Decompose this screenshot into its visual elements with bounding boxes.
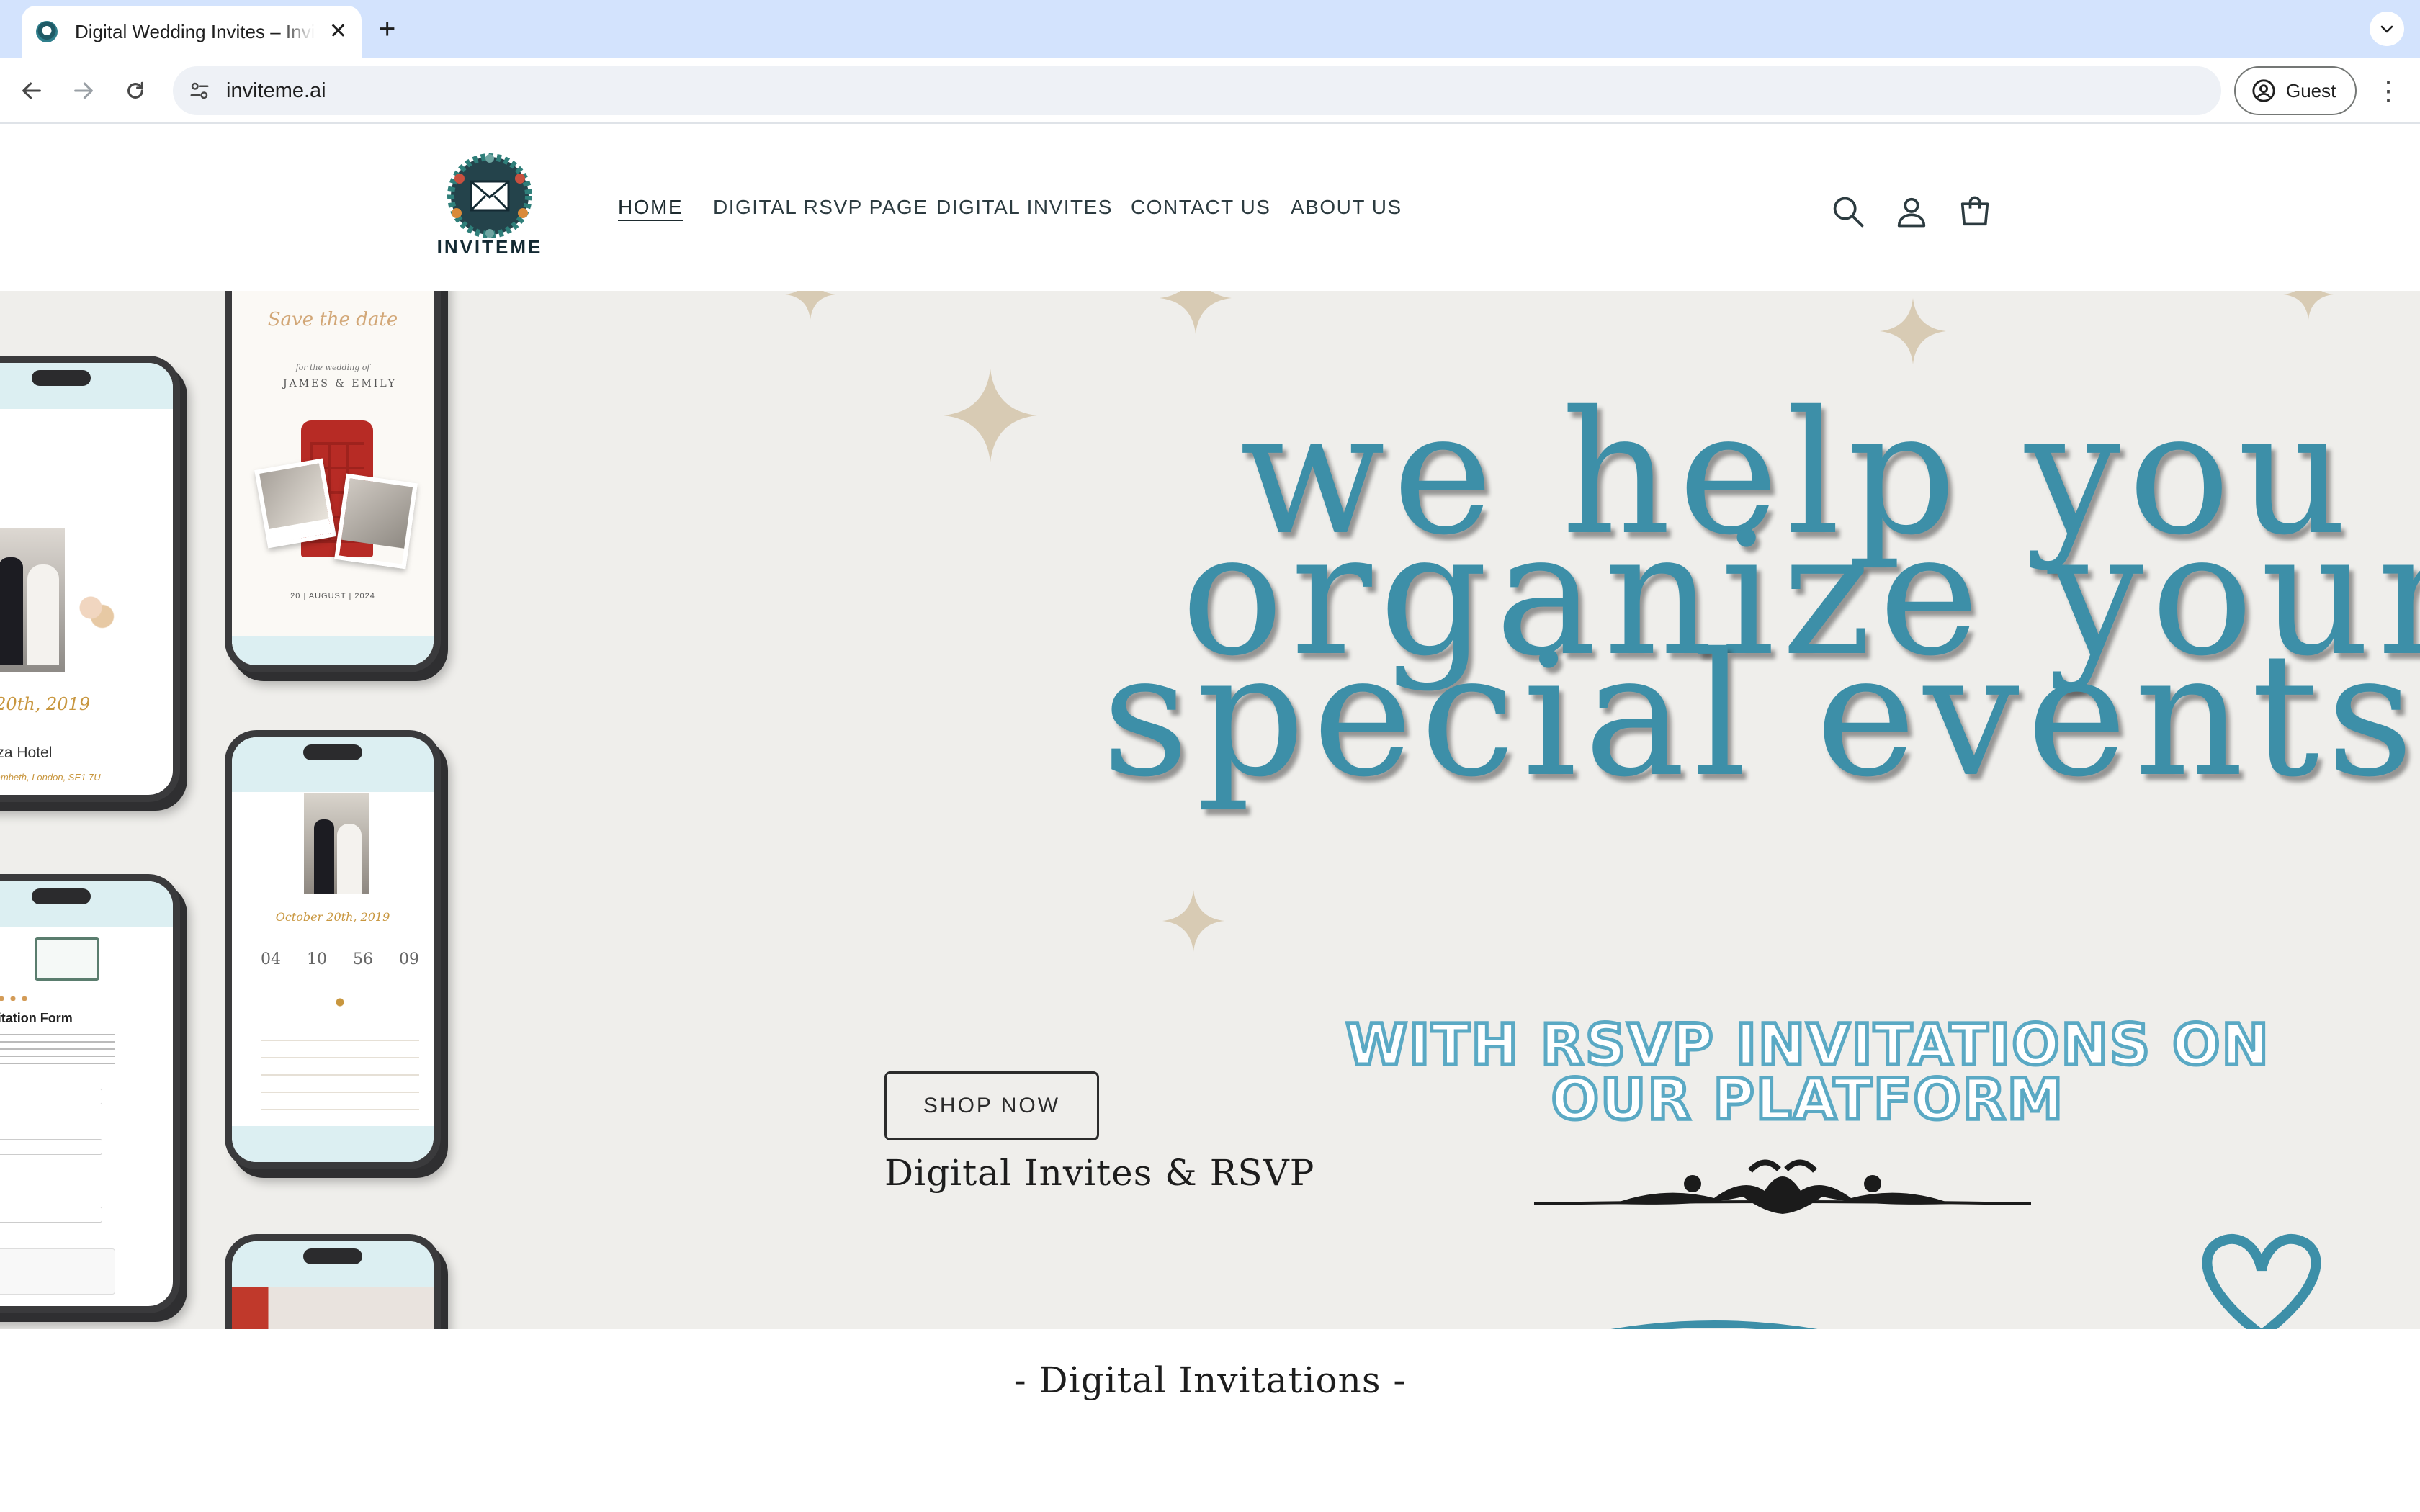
account-icon[interactable] <box>1893 193 1930 230</box>
rsvp-form-title: SVP Invitation Form <box>0 1011 73 1025</box>
profile-label: Guest <box>2286 79 2336 102</box>
monitor-illustration <box>35 937 99 981</box>
hero-banner: ober 20th, 2019 ark Plaza Hotel ge Road,… <box>0 291 2420 1329</box>
nav-home[interactable]: HOME <box>618 196 683 219</box>
heart-icon <box>2202 1233 2321 1329</box>
subline-line-2: OUR PLATFORM <box>1549 1068 2065 1133</box>
sparkle-icon <box>944 369 1037 462</box>
nav-about-us[interactable]: ABOUT US <box>1291 196 1402 219</box>
headline-line-3: special events <box>1102 616 2420 814</box>
section-title-digital-invitations: - Digital Invitations - <box>1013 1359 1407 1401</box>
invite-address-text: ge Road, Lambeth, London, SE1 7U <box>0 772 101 783</box>
save-the-date-date: 20 | AUGUST | 2024 <box>290 592 375 600</box>
hero-subline: WITH RSVP INVITATIONS ON OUR PLATFORM <box>1311 1013 2305 1133</box>
countdown-seconds: 09 <box>399 950 419 968</box>
nav-digital-invites[interactable]: DIGITAL INVITES <box>936 196 1113 219</box>
color-dots-icon <box>0 996 29 1001</box>
form-input-field <box>0 1139 102 1155</box>
browser-toolbar: inviteme.ai Guest ⋮ <box>0 58 2420 124</box>
more-vert-icon[interactable]: ⋮ <box>2374 73 2403 108</box>
url-text: inviteme.ai <box>226 78 326 102</box>
sparkle-icon <box>1880 298 1946 364</box>
phone-mockup-rsvp-form: SVP Invitation Form <box>0 874 180 1313</box>
polaroid-photo <box>334 473 418 570</box>
phone-mockup-save-the-date: Save the date for the wedding of JAMES &… <box>225 291 441 672</box>
floral-decoration-icon <box>62 586 120 629</box>
countdown-hours: 10 <box>307 950 327 968</box>
polaroid-photo <box>254 458 336 549</box>
wedding-of-text: for the wedding of <box>295 363 370 372</box>
countdown-minutes: 56 <box>353 950 373 968</box>
sparkle-icon <box>2283 291 2334 320</box>
subline-line-1: WITH RSVP INVITATIONS ON <box>1344 1013 2271 1078</box>
invite-date-text: ober 20th, 2019 <box>0 694 91 714</box>
form-input-field <box>0 1207 102 1223</box>
phone-mockup-partial <box>225 1234 441 1329</box>
phone-mockup-invite: ober 20th, 2019 ark Plaza Hotel ge Road,… <box>0 356 180 802</box>
tab-title: Digital Wedding Invites – Invit <box>75 20 315 42</box>
logo-text: INVITEME <box>436 236 543 258</box>
countdown-days: 04 <box>261 950 281 968</box>
phone-mockup-countdown: October 20th, 2019 04 10 56 09 <box>225 730 441 1169</box>
timeline-lines <box>261 1040 419 1126</box>
sparkle-icon <box>1160 291 1232 334</box>
form-input-field <box>0 1089 102 1104</box>
form-description-lines <box>0 1034 115 1068</box>
countdown-timer: 04 10 56 09 <box>261 950 419 968</box>
search-icon[interactable] <box>1829 193 1867 230</box>
back-arrow-icon[interactable] <box>12 71 52 111</box>
rings-icon <box>318 996 362 1008</box>
couple-names-text: JAMES & EMILY <box>283 378 397 390</box>
address-bar[interactable]: inviteme.ai <box>173 66 2221 115</box>
ornamental-divider-icon <box>1534 1159 2031 1214</box>
couple-photo <box>304 793 369 894</box>
form-options-box <box>0 1248 115 1295</box>
browser-tab[interactable]: Digital Wedding Invites – Invit ✕ <box>22 6 362 58</box>
shop-now-button[interactable]: SHOP NOW <box>884 1071 1099 1140</box>
save-the-date-script: Save the date <box>267 309 398 330</box>
new-tab-plus-icon[interactable]: + <box>379 13 395 45</box>
countdown-date-text: October 20th, 2019 <box>275 910 390 924</box>
invite-venue-text: ark Plaza Hotel <box>0 744 53 761</box>
site-header: INVITEME HOME DIGITAL RSVP PAGE DIGITAL … <box>0 124 2420 291</box>
forward-arrow-icon[interactable] <box>63 71 104 111</box>
browser-tab-strip: Digital Wedding Invites – Invit ✕ + <box>0 0 2420 58</box>
nav-digital-rsvp-page[interactable]: DIGITAL RSVP PAGE <box>713 196 928 219</box>
chevron-down-icon[interactable] <box>2370 12 2404 46</box>
nav-contact-us[interactable]: CONTACT US <box>1131 196 1270 219</box>
swoosh-decoration-icon <box>1610 1320 1818 1329</box>
hero-headline: we help you organize your special events <box>1102 389 2420 801</box>
inviteme-logo-icon[interactable] <box>436 150 543 251</box>
site-settings-icon[interactable] <box>189 80 210 102</box>
couple-photo <box>0 528 65 672</box>
profile-button[interactable]: Guest <box>2234 66 2357 115</box>
sparkle-icon <box>1162 890 1224 952</box>
profile-icon <box>2252 79 2275 102</box>
sparkle-icon <box>785 291 835 320</box>
site-favicon-icon <box>36 21 58 42</box>
hero-caption: Digital Invites & RSVP <box>884 1152 1315 1194</box>
close-icon[interactable]: ✕ <box>329 21 347 42</box>
cart-icon[interactable] <box>1956 193 1994 230</box>
reload-icon[interactable] <box>115 71 156 111</box>
